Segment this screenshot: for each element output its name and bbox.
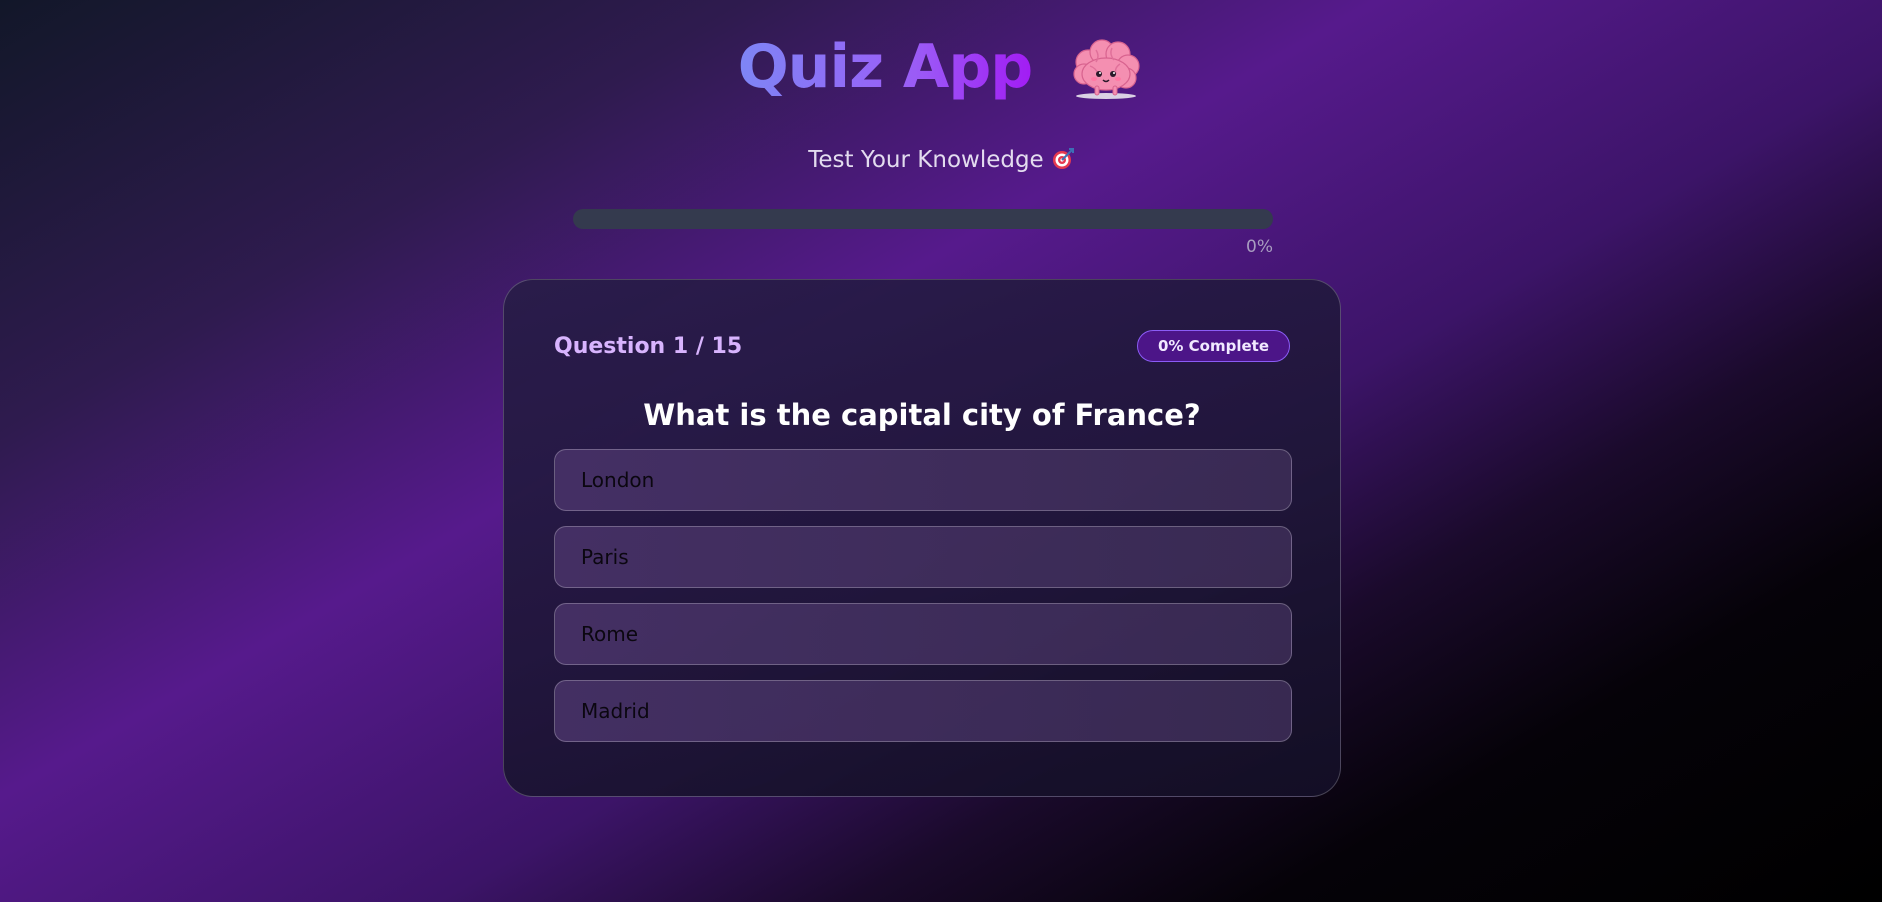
title-row: Quiz App	[0, 30, 1882, 104]
answer-option-rome[interactable]: Rome	[554, 603, 1292, 665]
answer-option-label: Madrid	[581, 699, 650, 723]
brain-icon	[1068, 36, 1144, 102]
progress-bar	[573, 209, 1273, 229]
progress-percent: 0%	[1246, 237, 1273, 257]
app-title: Quiz App	[737, 32, 1033, 102]
answer-option-label: Paris	[581, 545, 629, 569]
target-icon	[1052, 148, 1074, 170]
subtitle: Test Your Knowledge	[0, 147, 1882, 173]
card-header: Question 1 / 15 0% Complete	[554, 330, 1290, 362]
question-card: Question 1 / 15 0% Complete What is the …	[503, 279, 1341, 797]
answer-options: London Paris Rome Madrid	[554, 449, 1292, 742]
answer-option-label: London	[581, 468, 655, 492]
answer-option-label: Rome	[581, 622, 639, 646]
answer-option-paris[interactable]: Paris	[554, 526, 1292, 588]
subtitle-text: Test Your Knowledge	[808, 147, 1044, 173]
app-header: Quiz App	[0, 30, 1882, 104]
progress-section: 0%	[573, 209, 1273, 257]
question-counter: Question 1 / 15	[554, 333, 743, 359]
question-text: What is the capital city of France?	[643, 398, 1201, 432]
answer-option-london[interactable]: London	[554, 449, 1292, 511]
answer-option-madrid[interactable]: Madrid	[554, 680, 1292, 742]
completion-badge: 0% Complete	[1136, 330, 1290, 362]
